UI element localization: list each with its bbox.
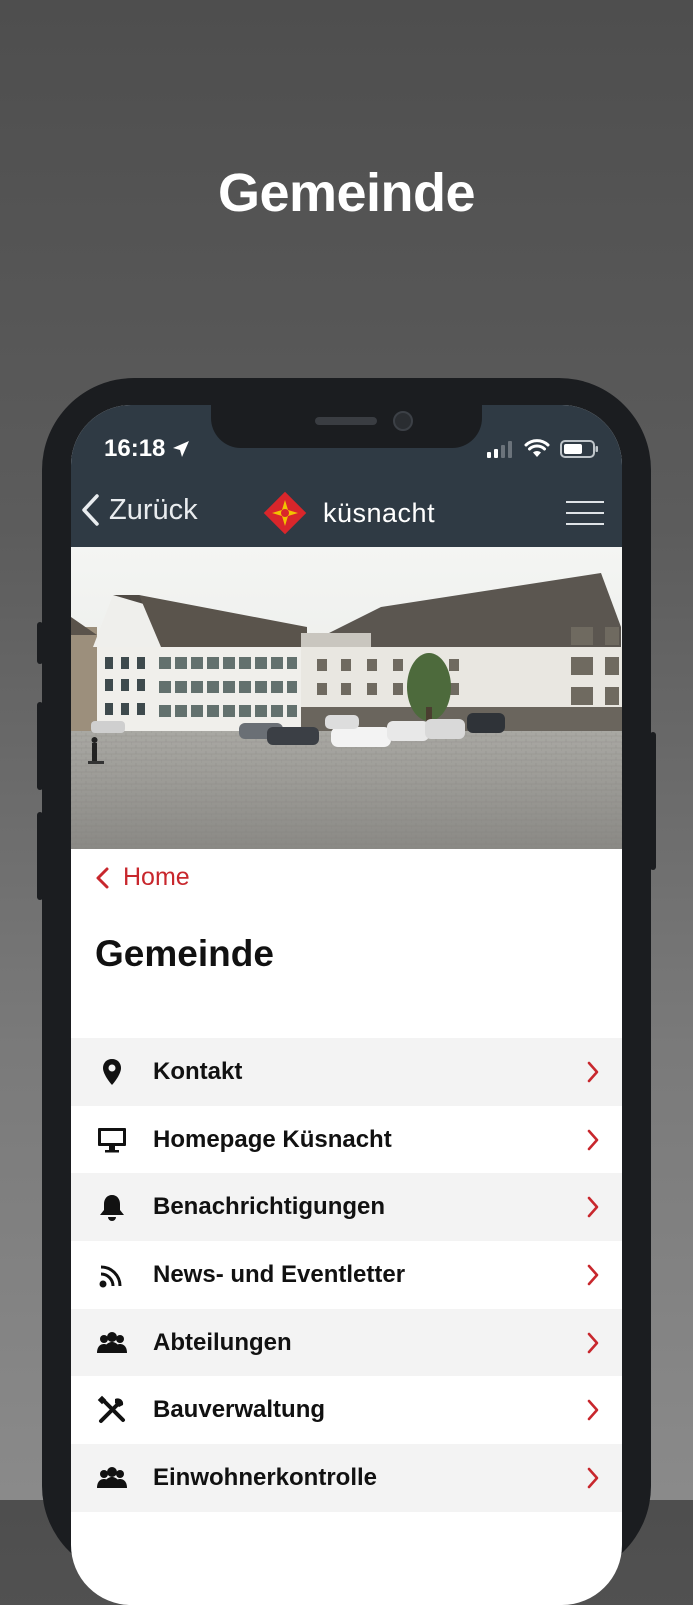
back-button[interactable]: Zurück — [79, 493, 198, 527]
power-button — [650, 732, 656, 870]
group-icon — [97, 1331, 127, 1353]
menu-item-label: Homepage Küsnacht — [153, 1125, 392, 1153]
chevron-right-icon — [587, 1129, 599, 1150]
location-pin-icon — [103, 1058, 121, 1085]
hamburger-menu-button[interactable] — [566, 501, 604, 525]
menu-item-kontakt[interactable]: Kontakt — [71, 1038, 622, 1106]
monitor-icon — [98, 1127, 126, 1153]
menu-item-label: Einwohnerkontrolle — [153, 1463, 378, 1491]
menu-item-newsletter[interactable]: News- und Eventletter — [71, 1241, 622, 1309]
chevron-right-icon — [587, 1467, 599, 1489]
bell-icon — [100, 1195, 124, 1222]
volume-up-button — [37, 702, 43, 790]
chevron-left-icon — [82, 494, 99, 526]
back-button-label: Zurück — [109, 493, 198, 526]
menu-item-homepage[interactable]: Homepage Küsnacht — [71, 1105, 622, 1174]
group-icon — [97, 1466, 127, 1488]
chevron-left-icon — [96, 867, 109, 888]
mute-switch — [37, 622, 43, 664]
phone-screen: 16:18 Zurück küsnacht Home Gemeinde Kont… — [71, 405, 622, 1605]
chevron-right-icon — [587, 1332, 599, 1353]
brand-logo[interactable]: küsnacht — [263, 491, 435, 535]
header-photo — [71, 547, 622, 849]
chevron-right-icon — [587, 1399, 599, 1421]
menu-item-benachrichtigungen[interactable]: Benachrichtigungen — [71, 1173, 622, 1242]
chevron-right-icon — [587, 1061, 599, 1083]
volume-down-button — [37, 812, 43, 900]
notch — [211, 405, 482, 448]
battery-icon — [560, 440, 598, 458]
front-camera — [393, 411, 413, 431]
earpiece-speaker — [315, 417, 377, 425]
kuesnacht-coat-of-arms-icon — [263, 491, 307, 535]
page-title: Gemeinde — [95, 933, 274, 974]
status-icons — [486, 439, 600, 459]
menu-item-label: Kontakt — [153, 1057, 243, 1085]
menu-item-einwohnerkontrolle[interactable]: Einwohnerkontrolle — [71, 1444, 622, 1512]
wifi-icon — [524, 439, 550, 457]
menu-item-label: Benachrichtigungen — [153, 1193, 386, 1221]
tools-icon — [97, 1396, 125, 1424]
status-time: 16:18 — [104, 435, 166, 462]
brand-name: küsnacht — [323, 497, 436, 528]
location-arrow-icon — [173, 441, 190, 457]
cellular-signal-icon — [487, 441, 512, 458]
menu-item-bauverwaltung[interactable]: Bauverwaltung — [71, 1376, 622, 1445]
breadcrumb-label: Home — [123, 863, 190, 891]
app-header: 16:18 Zurück küsnacht — [71, 405, 622, 547]
chevron-right-icon — [587, 1264, 599, 1286]
menu-item-label: News- und Eventletter — [153, 1260, 406, 1288]
menu-list: Kontakt Homepage Küsnacht Benachrichtigu… — [71, 1038, 622, 1512]
town-square-photo — [71, 547, 622, 849]
hero-title: Gemeinde — [217, 163, 476, 223]
breadcrumb-home-link[interactable]: Home — [95, 863, 190, 892]
status-time-group: 16:18 — [104, 435, 191, 463]
menu-item-abteilungen[interactable]: Abteilungen — [71, 1308, 622, 1377]
menu-item-label: Bauverwaltung — [153, 1396, 326, 1424]
chevron-right-icon — [587, 1196, 599, 1218]
menu-item-label: Abteilungen — [153, 1328, 292, 1356]
rss-icon — [99, 1265, 122, 1288]
